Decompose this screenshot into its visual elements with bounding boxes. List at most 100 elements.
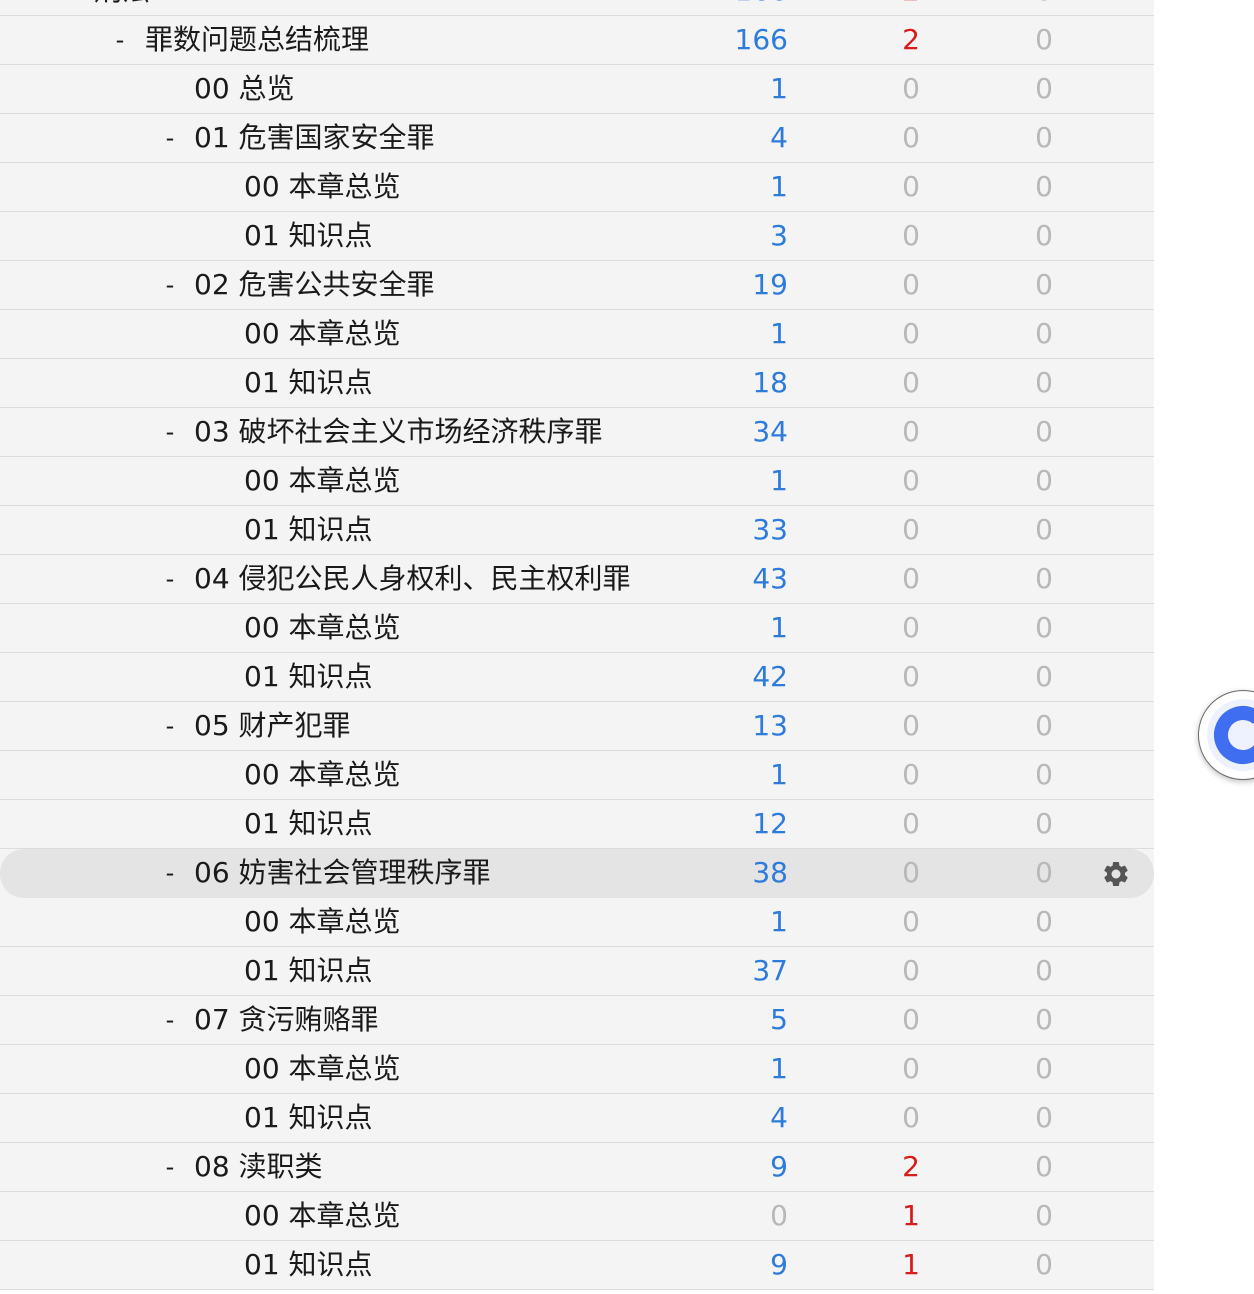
deck-name[interactable]: 08 渎职类 (194, 1143, 323, 1191)
learn-count[interactable]: 0 (800, 261, 920, 309)
collapse-toggle[interactable]: - (155, 996, 185, 1044)
due-count[interactable]: 0 (933, 1241, 1053, 1289)
new-count[interactable]: 9 (668, 1143, 788, 1191)
new-count[interactable]: 13 (668, 702, 788, 750)
new-count[interactable]: 1 (668, 1045, 788, 1093)
deck-name[interactable]: 01 知识点 (244, 800, 373, 848)
learn-count[interactable]: 0 (800, 751, 920, 799)
learn-count[interactable]: 0 (800, 359, 920, 407)
deck-name[interactable]: 06 妨害社会管理秩序罪 (194, 849, 491, 897)
due-count[interactable]: 0 (933, 653, 1053, 701)
deck-name[interactable]: 00 本章总览 (244, 1045, 401, 1093)
deck-name[interactable]: 00 本章总览 (244, 457, 401, 505)
learn-count[interactable]: 0 (800, 457, 920, 505)
new-count[interactable]: 1 (668, 65, 788, 113)
new-count[interactable]: 166 (668, 16, 788, 64)
learn-count[interactable]: 0 (800, 310, 920, 358)
due-count[interactable]: 0 (933, 408, 1053, 456)
learn-count[interactable]: 2 (800, 16, 920, 64)
due-count[interactable]: 0 (933, 261, 1053, 309)
new-count[interactable]: 4 (668, 1094, 788, 1142)
new-count[interactable]: 37 (668, 947, 788, 995)
deck-name[interactable]: 00 本章总览 (244, 604, 401, 652)
learn-count[interactable]: 0 (800, 947, 920, 995)
learn-count[interactable]: 0 (800, 506, 920, 554)
deck-name[interactable]: 01 知识点 (244, 212, 373, 260)
deck-name[interactable]: 01 知识点 (244, 359, 373, 407)
new-count[interactable]: 1 (668, 751, 788, 799)
new-count[interactable]: 3 (668, 212, 788, 260)
new-count[interactable]: 1 (668, 457, 788, 505)
learn-count[interactable]: 0 (800, 114, 920, 162)
due-count[interactable]: 0 (933, 702, 1053, 750)
collapse-toggle[interactable]: - (155, 114, 185, 162)
due-count[interactable]: 0 (933, 1045, 1053, 1093)
new-count[interactable]: 1 (668, 163, 788, 211)
learn-count[interactable]: 0 (800, 1045, 920, 1093)
collapse-toggle[interactable]: - (105, 16, 135, 64)
due-count[interactable]: 0 (933, 996, 1053, 1044)
new-count[interactable]: 18 (668, 359, 788, 407)
deck-name[interactable]: 03 破坏社会主义市场经济秩序罪 (194, 408, 603, 456)
learn-count[interactable]: 0 (800, 996, 920, 1044)
learn-count[interactable]: 0 (800, 702, 920, 750)
deck-name[interactable]: 07 贪污贿赂罪 (194, 996, 379, 1044)
collapse-toggle[interactable]: - (155, 849, 185, 897)
deck-name[interactable]: 罪数问题总结梳理 (145, 16, 369, 64)
due-count[interactable]: 0 (933, 898, 1053, 946)
due-count[interactable]: 0 (933, 114, 1053, 162)
new-count[interactable]: 5 (668, 996, 788, 1044)
new-count[interactable]: 4 (668, 114, 788, 162)
deck-name[interactable]: 00 本章总览 (244, 1192, 401, 1240)
new-count[interactable]: 1 (668, 898, 788, 946)
deck-name[interactable]: 01 危害国家安全罪 (194, 114, 435, 162)
due-count[interactable]: 0 (933, 457, 1053, 505)
due-count[interactable]: 0 (933, 1143, 1053, 1191)
new-count[interactable]: 34 (668, 408, 788, 456)
due-count[interactable]: 0 (933, 310, 1053, 358)
learn-count[interactable]: 0 (800, 1094, 920, 1142)
deck-name[interactable]: 01 知识点 (244, 947, 373, 995)
due-count[interactable]: 0 (933, 947, 1053, 995)
collapse-toggle[interactable]: - (155, 555, 185, 603)
learn-count[interactable]: 0 (800, 555, 920, 603)
due-count[interactable]: 0 (933, 604, 1053, 652)
deck-name[interactable]: 刑法 (94, 0, 150, 15)
collapse-toggle[interactable]: - (155, 408, 185, 456)
floating-assistant-button[interactable] (1198, 690, 1254, 780)
deck-name[interactable]: 01 知识点 (244, 506, 373, 554)
due-count[interactable]: 0 (933, 16, 1053, 64)
due-count[interactable]: 0 (933, 751, 1053, 799)
due-count[interactable]: 0 (933, 359, 1053, 407)
new-count[interactable]: 12 (668, 800, 788, 848)
gear-icon[interactable] (1101, 859, 1131, 889)
new-count[interactable]: 19 (668, 261, 788, 309)
new-count[interactable]: 166 (668, 0, 788, 15)
new-count[interactable]: 9 (668, 1241, 788, 1289)
learn-count[interactable]: 0 (800, 408, 920, 456)
deck-name[interactable]: 00 总览 (194, 65, 295, 113)
due-count[interactable]: 0 (933, 849, 1053, 897)
deck-name[interactable]: 05 财产犯罪 (194, 702, 351, 750)
collapse-toggle[interactable]: - (155, 261, 185, 309)
deck-name[interactable]: 02 危害公共安全罪 (194, 261, 435, 309)
learn-count[interactable]: 2 (800, 1143, 920, 1191)
learn-count[interactable]: 0 (800, 212, 920, 260)
due-count[interactable]: 0 (933, 0, 1053, 15)
learn-count[interactable]: 0 (800, 800, 920, 848)
deck-name[interactable]: 01 知识点 (244, 1241, 373, 1289)
learn-count[interactable]: 1 (800, 1241, 920, 1289)
due-count[interactable]: 0 (933, 212, 1053, 260)
collapse-toggle[interactable]: - (155, 702, 185, 750)
new-count[interactable]: 38 (668, 849, 788, 897)
learn-count[interactable]: 0 (800, 604, 920, 652)
learn-count[interactable]: 0 (800, 65, 920, 113)
deck-name[interactable]: 00 本章总览 (244, 898, 401, 946)
deck-name[interactable]: 04 侵犯公民人身权利、民主权利罪 (194, 555, 631, 603)
due-count[interactable]: 0 (933, 65, 1053, 113)
learn-count[interactable]: 1 (800, 1192, 920, 1240)
new-count[interactable]: 1 (668, 604, 788, 652)
learn-count[interactable]: 2 (800, 0, 920, 15)
learn-count[interactable]: 0 (800, 898, 920, 946)
new-count[interactable]: 1 (668, 310, 788, 358)
